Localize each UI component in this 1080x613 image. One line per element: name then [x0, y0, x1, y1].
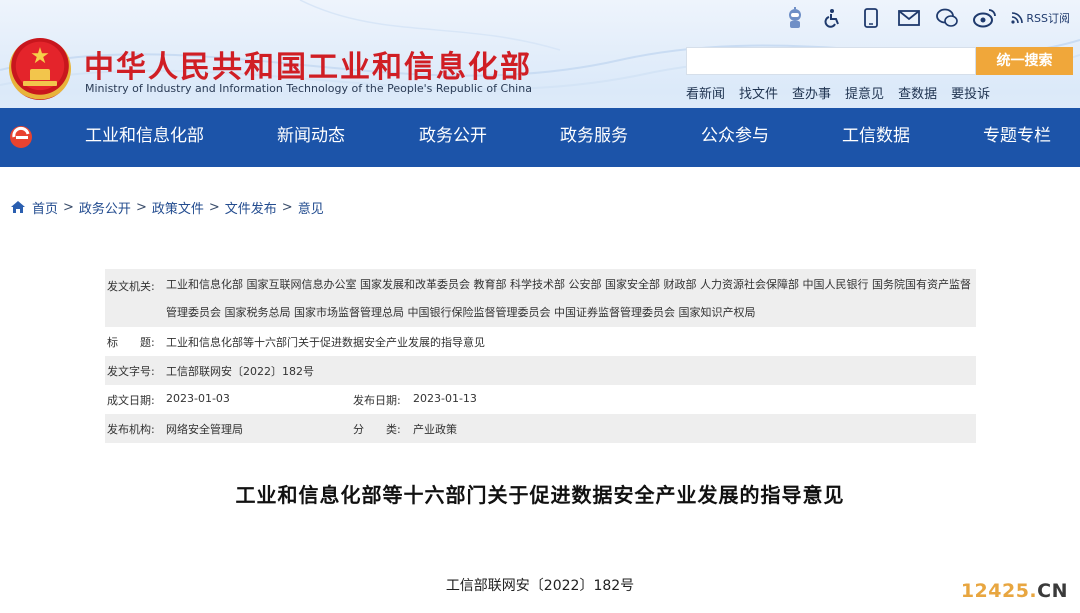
nav-item-services[interactable]: 政务服务 — [560, 108, 628, 167]
meta-row-issuer: 发文机关: 工业和信息化部 国家互联网信息办公室 国家发展和改革委员会 教育部 … — [105, 269, 976, 327]
rss-label: RSS订阅 — [1026, 12, 1070, 25]
nav-item-news[interactable]: 新闻动态 — [277, 108, 345, 167]
main-navigation: 工业和信息化部 新闻动态 政务公开 政务服务 公众参与 工信数据 专题专栏 — [0, 108, 1080, 167]
breadcrumb-separator: > — [135, 199, 147, 215]
meta-docno-label: 发文字号: — [107, 365, 155, 378]
quick-link-complaint[interactable]: 要投诉 — [951, 83, 990, 102]
nav-item-participation[interactable]: 公众参与 — [701, 108, 769, 167]
meta-row-org: 发布机构: 网络安全管理局 分 类: 产业政策 — [105, 414, 976, 443]
mobile-icon[interactable] — [859, 6, 883, 30]
meta-published-label: 发布日期: — [353, 394, 401, 407]
nav-item-data[interactable]: 工信数据 — [842, 108, 910, 167]
robot-icon[interactable] — [783, 6, 807, 30]
meta-title-label: 标 题: — [107, 336, 155, 349]
nav-item-topics[interactable]: 专题专栏 — [983, 108, 1051, 167]
breadcrumb-separator: > — [208, 199, 220, 215]
meta-row-dates: 成文日期: 2023-01-03 发布日期: 2023-01-13 — [105, 385, 976, 414]
meta-created-value: 2023-01-03 — [166, 392, 230, 405]
mail-icon[interactable] — [897, 6, 921, 30]
meta-org-label: 发布机构: — [107, 423, 155, 436]
meta-created-label: 成文日期: — [107, 394, 155, 407]
quick-link-files[interactable]: 找文件 — [739, 83, 778, 102]
site-watermark: 12425.CN — [961, 580, 1068, 602]
site-subtitle: Ministry of Industry and Information Tec… — [85, 82, 532, 95]
quick-link-services[interactable]: 查办事 — [792, 83, 831, 102]
site-header: ★ 中华人民共和国工业和信息化部 Ministry of Industry an… — [0, 0, 1080, 167]
watermark-digits: 12425. — [960, 580, 1038, 602]
quick-link-data[interactable]: 查数据 — [898, 83, 937, 102]
meta-issuer-value: 工业和信息化部 国家互联网信息办公室 国家发展和改革委员会 教育部 科学技术部 … — [166, 278, 971, 319]
document-number: 工信部联网安〔2022〕182号 — [445, 578, 635, 594]
home-icon[interactable] — [10, 199, 26, 215]
meta-issuer-label: 发文机关: — [107, 280, 155, 293]
search-input[interactable] — [686, 47, 976, 75]
meta-docno-value: 工信部联网安〔2022〕182号 — [166, 365, 314, 378]
breadcrumb: 首页 > 政务公开 > 政策文件 > 文件发布 > 意见 — [10, 197, 324, 217]
search-button[interactable]: 统一搜索 — [976, 47, 1073, 75]
breadcrumb-policy-files[interactable]: 政策文件 — [152, 198, 204, 217]
rss-subscribe[interactable]: RSS订阅 — [1011, 10, 1070, 26]
meta-title-value: 工业和信息化部等十六部门关于促进数据安全产业发展的指导意见 — [166, 336, 485, 349]
meta-published-value: 2023-01-13 — [413, 392, 477, 405]
wechat-icon[interactable] — [935, 6, 959, 30]
national-emblem-logo[interactable]: ★ — [9, 38, 71, 100]
meta-row-docno: 发文字号: 工信部联网安〔2022〕182号 — [105, 356, 976, 385]
breadcrumb-separator: > — [281, 199, 293, 215]
weibo-icon[interactable] — [973, 6, 997, 30]
accessibility-icon[interactable] — [821, 6, 845, 30]
document-metadata-table: 发文机关: 工业和信息化部 国家互联网信息办公室 国家发展和改革委员会 教育部 … — [105, 269, 976, 443]
quick-link-news[interactable]: 看新闻 — [686, 83, 725, 102]
meta-category-value: 产业政策 — [413, 423, 457, 436]
breadcrumb-file-release[interactable]: 文件发布 — [225, 198, 277, 217]
nav-item-ministry[interactable]: 工业和信息化部 — [85, 108, 204, 167]
meta-org-value: 网络安全管理局 — [166, 423, 243, 436]
document-title: 工业和信息化部等十六部门关于促进数据安全产业发展的指导意见 — [235, 483, 845, 507]
rss-icon — [1011, 12, 1024, 24]
meta-row-title: 标 题: 工业和信息化部等十六部门关于促进数据安全产业发展的指导意见 — [105, 327, 976, 356]
breadcrumb-opinion[interactable]: 意见 — [298, 198, 324, 217]
site-title[interactable]: 中华人民共和国工业和信息化部 — [84, 42, 532, 86]
quick-link-feedback[interactable]: 提意见 — [845, 83, 884, 102]
meta-category-label: 分 类: — [353, 423, 401, 436]
watermark-suffix: CN — [1037, 580, 1068, 602]
breadcrumb-home[interactable]: 首页 — [32, 198, 58, 217]
breadcrumb-government-affairs[interactable]: 政务公开 — [79, 198, 131, 217]
nav-item-government-affairs[interactable]: 政务公开 — [419, 108, 487, 167]
top-utility-icons: RSS订阅 — [783, 6, 1070, 30]
quick-links: 看新闻 找文件 查办事 提意见 查数据 要投诉 — [686, 83, 990, 102]
breadcrumb-separator: > — [63, 199, 74, 215]
ministry-logo-icon[interactable] — [8, 124, 34, 150]
